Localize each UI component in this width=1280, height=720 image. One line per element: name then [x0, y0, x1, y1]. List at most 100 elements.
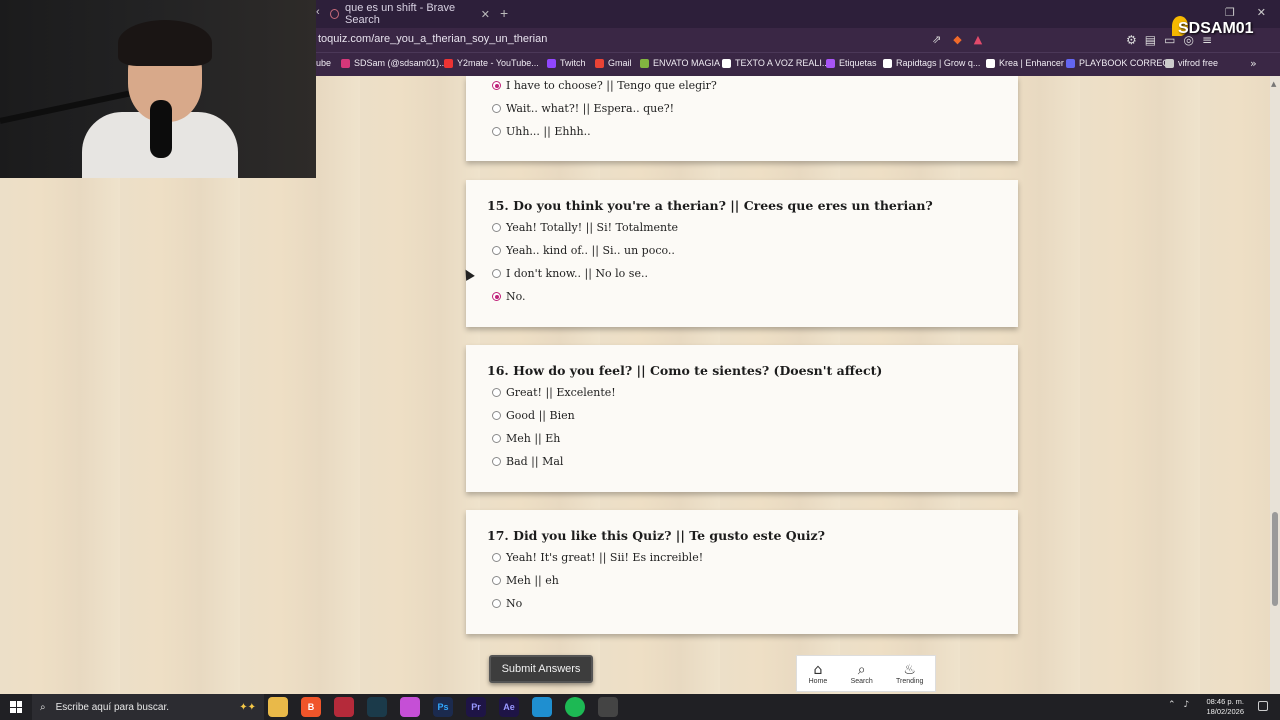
flame-icon: ♨ [903, 662, 916, 678]
url-field[interactable]: toquiz.com/are_you_a_therian_soy_un_ther… [318, 33, 547, 45]
copilot-sparkle-icon: ✦✦ [239, 701, 256, 713]
playbook-icon [1066, 58, 1075, 68]
radio-button[interactable] [492, 292, 501, 301]
bookmark-item[interactable]: Gmail [595, 58, 632, 68]
close-window-icon[interactable]: ✕ [1257, 6, 1266, 19]
bookmark-item[interactable]: Rapidtags | Grow q... [883, 58, 980, 68]
option-item[interactable]: No. [492, 290, 526, 303]
gmail-icon [595, 58, 604, 68]
bookmark-item[interactable]: vifrod free [1165, 58, 1218, 68]
file-explorer-icon[interactable] [268, 697, 288, 717]
bookmark-label: Y2mate - YouTube... [457, 58, 539, 68]
option-item[interactable]: I don't know.. || No lo se.. [492, 267, 648, 280]
radio-button[interactable] [492, 411, 501, 420]
radio-button[interactable] [492, 246, 501, 255]
edge-icon[interactable] [532, 697, 552, 717]
restore-window-icon[interactable]: ❐ [1225, 6, 1235, 19]
question-card-16: 16. How do you feel? || Como te sientes?… [466, 345, 1018, 492]
windows-start-icon[interactable] [10, 701, 22, 713]
new-tab-icon[interactable]: + [500, 5, 508, 21]
spotify-icon[interactable] [565, 697, 585, 717]
after-effects-icon[interactable]: Ae [499, 697, 519, 717]
taskbar-clock[interactable]: 08:46 p. m. 18/02/2026 [1200, 697, 1244, 717]
option-item[interactable]: Good || Bien [492, 409, 575, 422]
bookmark-item[interactable]: ube [316, 58, 331, 68]
bookmark-item[interactable]: PLAYBOOK CORREO [1066, 58, 1169, 68]
radio-button[interactable] [492, 269, 501, 278]
option-label: Wait.. what?! || Espera.. que?! [506, 102, 675, 115]
radio-button[interactable] [492, 388, 501, 397]
option-item[interactable]: Meh || eh [492, 574, 559, 587]
nav-trending[interactable]: ♨ Trending [896, 662, 923, 685]
volume-icon[interactable]: ♪ [1184, 700, 1190, 710]
sidebar-icon[interactable]: ▤ [1145, 33, 1156, 47]
option-item[interactable]: Great! || Excelente! [492, 386, 616, 399]
option-label: Meh || Eh [506, 432, 561, 445]
option-item[interactable]: No [492, 597, 522, 610]
option-item[interactable]: Yeah.. kind of.. || Si.. un poco.. [492, 244, 675, 257]
scrollbar-thumb[interactable] [1272, 512, 1278, 606]
streaming-app-icon[interactable] [334, 697, 354, 717]
bookmark-label: ENVATO MAGIA [653, 58, 721, 68]
twitch-icon [547, 58, 556, 68]
tray-expand-icon[interactable]: ⌃ [1168, 700, 1176, 710]
obs-icon[interactable] [598, 697, 618, 717]
radio-button[interactable] [492, 576, 501, 585]
submit-answers-button[interactable]: Submit Answers [489, 655, 593, 683]
scroll-up-icon[interactable]: ▲ [1271, 80, 1276, 88]
taskbar-search[interactable]: ⌕ Escribe aquí para buscar. ✦✦ [32, 694, 264, 720]
nav-home[interactable]: ⌂ Home [809, 662, 828, 685]
tab-close-icon[interactable]: ✕ [481, 8, 490, 21]
radio-button[interactable] [492, 104, 501, 113]
search-icon: ⌕ [40, 701, 46, 713]
option-item[interactable]: Yeah! Totally! || Si! Totalmente [492, 221, 678, 234]
option-label: Uhh... || Ehhh.. [506, 125, 591, 138]
premiere-icon[interactable]: Pr [466, 697, 486, 717]
question-card-15: 15. Do you think you're a therian? || Cr… [466, 180, 1018, 327]
share-icon[interactable]: ⇗ [932, 33, 941, 46]
address-icons: ⇗ ◆ ▲ [932, 33, 982, 46]
clock-time: 08:46 p. m. [1206, 697, 1244, 706]
clock-date: 18/02/2026 [1206, 707, 1244, 716]
notifications-icon[interactable] [1258, 701, 1268, 711]
option-item[interactable]: I have to choose? || Tengo que elegir? [492, 79, 717, 92]
radio-button[interactable] [492, 434, 501, 443]
radio-button[interactable] [492, 223, 501, 232]
tab-scroll-left-icon[interactable]: ‹ [316, 6, 320, 18]
capcut-icon[interactable] [367, 697, 387, 717]
brave-rewards-icon[interactable]: ▲ [974, 33, 982, 46]
bookmark-item[interactable]: Twitch [547, 58, 586, 68]
bookmark-item[interactable]: Etiquetas [826, 58, 877, 68]
webcam-overlay [0, 0, 316, 178]
radio-button[interactable] [492, 599, 501, 608]
streamer-hair [118, 20, 212, 66]
bookmark-item[interactable]: SDSam (@sdsam01)... [341, 58, 447, 68]
photoshop-icon[interactable]: Ps [433, 697, 453, 717]
extensions-icon[interactable]: ⚙ [1126, 33, 1137, 47]
option-item[interactable]: Meh || Eh [492, 432, 560, 445]
bookmark-label: Twitch [560, 58, 586, 68]
bookmark-label: Krea | Enhancer [999, 58, 1064, 68]
option-item[interactable]: Bad || Mal [492, 455, 563, 468]
bookmarks-more-icon[interactable]: » [1250, 57, 1257, 70]
bookmark-item[interactable]: TEXTO A VOZ REALI... [722, 58, 829, 68]
brave-shield-icon[interactable]: ◆ [953, 33, 961, 46]
nav-search[interactable]: ⌕ Search [851, 662, 873, 685]
radio-button[interactable] [492, 127, 501, 136]
option-item[interactable]: Wait.. what?! || Espera.. que?! [492, 102, 674, 115]
option-item[interactable]: Uhh... || Ehhh.. [492, 125, 591, 138]
bookmark-item[interactable]: Krea | Enhancer [986, 58, 1064, 68]
bookmark-item[interactable]: Y2mate - YouTube... [444, 58, 539, 68]
brave-browser-icon[interactable]: B [301, 697, 321, 717]
app-icon[interactable] [400, 697, 420, 717]
bookmark-label: SDSam (@sdsam01)... [354, 58, 447, 68]
tab-active[interactable]: que es un shift - Brave Search ✕ [330, 2, 490, 26]
bookmark-item[interactable]: ENVATO MAGIA [640, 58, 720, 68]
radio-button[interactable] [492, 457, 501, 466]
radio-button[interactable] [492, 81, 501, 90]
radio-button[interactable] [492, 553, 501, 562]
channel-watermark: SDSAM01 [1178, 20, 1254, 37]
nav-trending-label: Trending [896, 678, 924, 685]
taskbar-search-placeholder: Escribe aquí para buscar. [55, 701, 170, 713]
option-item[interactable]: Yeah! It's great! || Sii! Es increible! [492, 551, 703, 564]
